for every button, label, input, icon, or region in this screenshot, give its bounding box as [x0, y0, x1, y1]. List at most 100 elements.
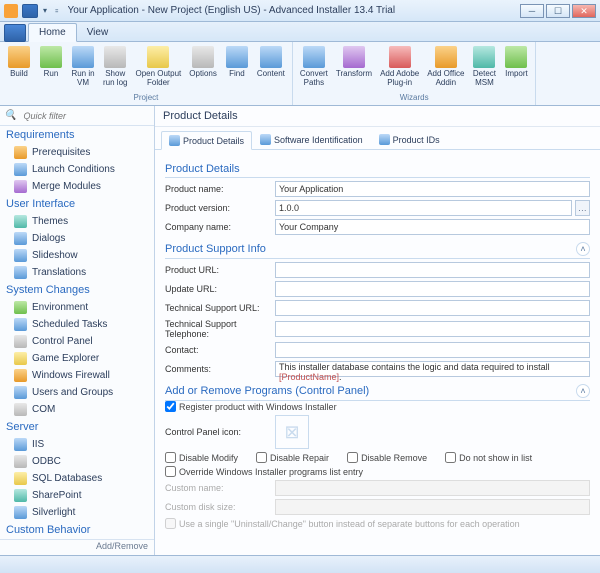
sidebar-item-icon	[14, 146, 27, 159]
ribbon-tab-strip: Home View	[0, 22, 600, 42]
sidebar-item-icon	[14, 506, 27, 519]
product-version-input[interactable]	[275, 200, 572, 216]
contact-input[interactable]	[275, 342, 590, 358]
ribbon-group-label: Project	[4, 93, 288, 103]
sidebar-item[interactable]: Launch Conditions	[0, 161, 154, 178]
version-picker-button[interactable]: …	[575, 200, 590, 216]
sidebar-item-label: Dialogs	[32, 233, 65, 244]
product-name-input[interactable]	[275, 181, 590, 197]
disable-modify-checkbox[interactable]	[165, 452, 176, 463]
sidebar-item-label: Control Panel	[32, 336, 93, 347]
transform-icon	[343, 46, 365, 68]
sidebar-item[interactable]: Users and Groups	[0, 384, 154, 401]
tab-icon	[169, 135, 180, 146]
qat-button[interactable]	[22, 4, 38, 18]
sidebar-item-label: IIS	[32, 439, 44, 450]
sidebar-item[interactable]: Slideshow	[0, 247, 154, 264]
open-output-folder-button[interactable]: Open Output Folder	[132, 44, 184, 93]
content-body: Product Details Product name: Product ve…	[155, 150, 600, 555]
convert-paths-button[interactable]: Convert Paths	[297, 44, 331, 93]
override-entry-checkbox[interactable]	[165, 466, 176, 477]
content-tab[interactable]: Product Details	[161, 131, 252, 150]
comments-input[interactable]: This installer database contains the log…	[275, 361, 590, 377]
ribbon-group-project: Build Run Run in VM Show run log Open Ou…	[0, 42, 293, 105]
close-button[interactable]: ✕	[572, 4, 596, 18]
content-tab[interactable]: Software Identification	[252, 130, 371, 149]
sidebar-item[interactable]: Prerequisites	[0, 144, 154, 161]
detect-msm-button[interactable]: Detect MSM	[469, 44, 499, 93]
find-button[interactable]: Find	[222, 44, 252, 93]
content-button[interactable]: Content	[254, 44, 288, 93]
convert-icon	[303, 46, 325, 68]
minimize-button[interactable]: ─	[520, 4, 544, 18]
sidebar-item[interactable]: Game Explorer	[0, 350, 154, 367]
log-icon	[104, 46, 126, 68]
contact-label: Contact:	[165, 345, 275, 355]
sidebar-item[interactable]: Dialogs	[0, 230, 154, 247]
add-adobe-plugin-button[interactable]: Add Adobe Plug-in	[377, 44, 422, 93]
sidebar-item[interactable]: ODBC	[0, 453, 154, 470]
sidebar-item[interactable]: COM	[0, 401, 154, 418]
disable-repair-checkbox[interactable]	[256, 452, 267, 463]
file-menu-button[interactable]	[4, 24, 26, 42]
sidebar-item-label: ODBC	[32, 456, 61, 467]
sidebar-item[interactable]: Silverlight	[0, 504, 154, 521]
content-tabs: Product Details Software Identification Pr…	[155, 127, 600, 150]
update-url-input[interactable]	[275, 281, 590, 297]
collapse-icon[interactable]: ˄	[576, 384, 590, 398]
tech-support-tel-input[interactable]	[275, 321, 590, 337]
quick-filter-input[interactable]	[20, 108, 150, 124]
sidebar-item-label: Silverlight	[32, 507, 75, 518]
company-name-input[interactable]	[275, 219, 590, 235]
content-tab[interactable]: Product IDs	[371, 130, 448, 149]
transform-button[interactable]: Transform	[333, 44, 375, 93]
office-icon	[435, 46, 457, 68]
sidebar-item-label: Merge Modules	[32, 181, 101, 192]
run-in-vm-button[interactable]: Run in VM	[68, 44, 98, 93]
maximize-button[interactable]: ☐	[546, 4, 570, 18]
update-url-label: Update URL:	[165, 284, 275, 294]
tab-home[interactable]: Home	[28, 23, 77, 42]
sidebar-item-label: Users and Groups	[32, 387, 113, 398]
disable-remove-checkbox[interactable]	[347, 452, 358, 463]
custom-disk-input	[275, 499, 590, 515]
sidebar-add-remove-link[interactable]: Add/Remove	[0, 539, 154, 555]
sidebar-item-icon	[14, 232, 27, 245]
sidebar-item[interactable]: IIS	[0, 436, 154, 453]
section-product-details: Product Details	[165, 160, 590, 178]
options-button[interactable]: Options	[186, 44, 220, 93]
import-button[interactable]: Import	[501, 44, 531, 93]
content-tab-label: Product Details	[183, 136, 244, 146]
sidebar-item[interactable]: Scheduled Tasks	[0, 316, 154, 333]
comments-label: Comments:	[165, 364, 275, 374]
content-pane: Product Details Product Details Software …	[155, 106, 600, 555]
sidebar-item[interactable]: Merge Modules	[0, 178, 154, 195]
content-tab-label: Software Identification	[274, 135, 363, 145]
product-url-input[interactable]	[275, 262, 590, 278]
tab-view[interactable]: View	[77, 24, 119, 41]
build-button[interactable]: Build	[4, 44, 34, 93]
show-run-log-button[interactable]: Show run log	[100, 44, 130, 93]
register-product-checkbox[interactable]	[165, 401, 176, 412]
sidebar-item[interactable]: SharePoint	[0, 487, 154, 504]
cp-icon-picker[interactable]: ⊠	[275, 415, 309, 449]
tab-icon	[260, 134, 271, 145]
sidebar-item[interactable]: SQL Databases	[0, 470, 154, 487]
sidebar-item-label: SQL Databases	[32, 473, 102, 484]
collapse-icon[interactable]: ˄	[576, 242, 590, 256]
main-area: 🔍 RequirementsPrerequisitesLaunch Condit…	[0, 106, 600, 555]
sidebar-group-header: Server	[0, 418, 154, 436]
tech-support-url-input[interactable]	[275, 300, 590, 316]
run-button[interactable]: Run	[36, 44, 66, 93]
do-not-show-checkbox[interactable]	[445, 452, 456, 463]
qat-separator: ꞊	[52, 6, 62, 15]
sidebar-item[interactable]: Translations	[0, 264, 154, 281]
sidebar-item[interactable]: Windows Firewall	[0, 367, 154, 384]
sidebar-tree[interactable]: RequirementsPrerequisitesLaunch Conditio…	[0, 126, 154, 539]
sidebar-item[interactable]: Environment	[0, 299, 154, 316]
qat-dropdown-icon[interactable]: ▾	[40, 6, 50, 15]
sidebar-item[interactable]: Themes	[0, 213, 154, 230]
add-office-addin-button[interactable]: Add Office Addin	[424, 44, 467, 93]
sidebar-item[interactable]: Control Panel	[0, 333, 154, 350]
sidebar-item-label: Scheduled Tasks	[32, 319, 107, 330]
